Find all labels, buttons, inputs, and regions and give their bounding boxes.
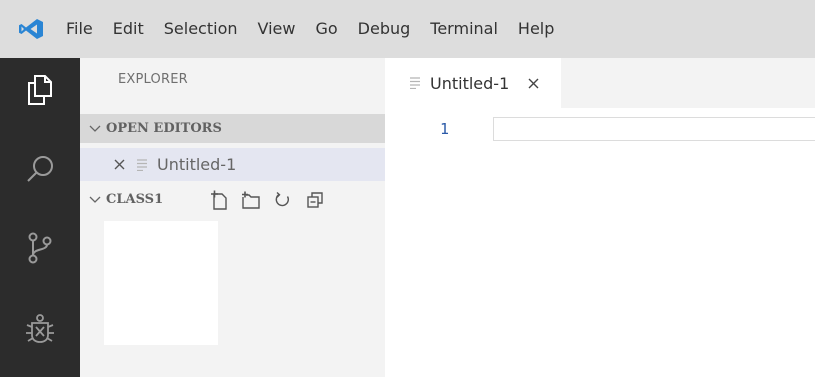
collapse-all-icon[interactable] <box>304 189 326 211</box>
refresh-icon[interactable] <box>272 189 294 211</box>
folder-contents-area <box>104 221 218 345</box>
line-number: 1 <box>440 120 450 138</box>
open-editor-item[interactable]: Untitled-1 <box>80 148 385 181</box>
open-editor-label: Untitled-1 <box>157 155 237 174</box>
chevron-down-icon <box>84 125 106 133</box>
open-editors-header[interactable]: OPEN EDITORS <box>80 114 385 143</box>
new-folder-icon[interactable] <box>240 189 262 211</box>
close-icon[interactable] <box>525 78 541 89</box>
sidebar-title: EXPLORER <box>118 72 188 87</box>
vscode-logo-icon <box>0 0 62 58</box>
folder-actions <box>208 185 326 214</box>
tab-bar: Untitled-1 <box>385 58 815 108</box>
new-file-icon[interactable] <box>208 189 230 211</box>
menu-bar: File Edit Selection View Go Debug Termin… <box>0 0 815 58</box>
menu-edit[interactable]: Edit <box>103 0 154 58</box>
activity-bar <box>0 58 80 377</box>
search-icon[interactable] <box>0 139 80 199</box>
menu-go[interactable]: Go <box>305 0 347 58</box>
explorer-icon[interactable] <box>0 60 80 120</box>
chevron-down-icon <box>84 196 106 204</box>
open-editors-label: OPEN EDITORS <box>106 121 222 136</box>
menu-view[interactable]: View <box>248 0 306 58</box>
code-editor-line[interactable] <box>493 117 815 141</box>
menu-help[interactable]: Help <box>508 0 564 58</box>
source-control-icon[interactable] <box>0 218 80 278</box>
folder-label: CLASS1 <box>106 192 164 207</box>
file-icon <box>137 158 149 171</box>
editor-area: Untitled-1 1 <box>385 58 815 377</box>
close-icon[interactable] <box>111 159 127 170</box>
file-icon <box>410 77 422 89</box>
menu-selection[interactable]: Selection <box>154 0 248 58</box>
menu-terminal[interactable]: Terminal <box>420 0 508 58</box>
explorer-sidebar: EXPLORER OPEN EDITORS Untitled-1 CLASS1 <box>80 58 385 377</box>
debug-icon[interactable] <box>0 298 80 358</box>
menu-file[interactable]: File <box>62 0 103 58</box>
menu-debug[interactable]: Debug <box>348 0 421 58</box>
tab-label: Untitled-1 <box>430 73 510 93</box>
folder-header[interactable]: CLASS1 <box>80 185 385 214</box>
tab-untitled-1[interactable]: Untitled-1 <box>385 58 561 108</box>
